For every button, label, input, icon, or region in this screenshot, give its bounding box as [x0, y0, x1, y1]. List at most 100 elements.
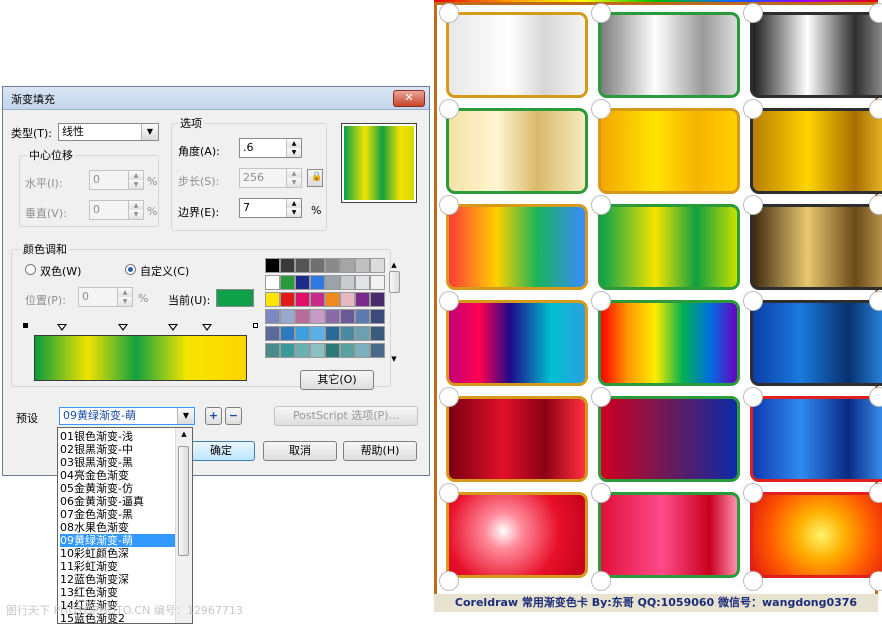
palette-swatch[interactable]: [280, 343, 295, 358]
spin-up-icon[interactable]: ▲: [287, 169, 301, 178]
palette-scrollbar[interactable]: ▲ ▼: [387, 261, 401, 365]
preset-list-item[interactable]: 01银色渐变-浅: [60, 430, 176, 443]
spin-up-icon[interactable]: ▲: [287, 199, 301, 208]
palette-swatch[interactable]: [370, 292, 385, 307]
palette-swatch[interactable]: [310, 309, 325, 324]
palette-swatch[interactable]: [295, 326, 310, 341]
two-color-radio[interactable]: [25, 264, 36, 275]
angle-spinbox[interactable]: .6 ▲ ▼: [239, 138, 302, 158]
type-select[interactable]: 线性 ▼: [58, 123, 159, 141]
gradient-preview[interactable]: [341, 123, 417, 203]
preset-list-item[interactable]: 10彩虹颜色深: [60, 547, 176, 560]
color-stop-marker[interactable]: [118, 324, 128, 331]
palette-swatch[interactable]: [355, 275, 370, 290]
spin-down-icon[interactable]: ▼: [287, 148, 301, 157]
palette-swatch[interactable]: [310, 343, 325, 358]
spin-down-icon[interactable]: ▼: [287, 178, 301, 187]
scrollbar-thumb[interactable]: [178, 446, 189, 556]
preset-list-item[interactable]: 09黄绿渐变-萌: [60, 534, 176, 547]
palette-swatch[interactable]: [295, 258, 310, 273]
palette-swatch[interactable]: [340, 326, 355, 341]
palette-swatch[interactable]: [265, 343, 280, 358]
edge-spinbox[interactable]: 7 ▲ ▼: [239, 198, 302, 218]
scrollbar-thumb[interactable]: [388, 271, 400, 293]
horizontal-spinbox[interactable]: 0 ▲ ▼: [89, 170, 144, 190]
preset-list-item[interactable]: 12蓝色渐变深: [60, 573, 176, 586]
palette-swatch[interactable]: [310, 275, 325, 290]
preset-list-item[interactable]: 07金色渐变-黑: [60, 508, 176, 521]
palette-swatch[interactable]: [355, 343, 370, 358]
palette-swatch[interactable]: [370, 309, 385, 324]
palette-swatch[interactable]: [355, 309, 370, 324]
palette-swatch[interactable]: [265, 309, 280, 324]
custom-radio[interactable]: [125, 264, 136, 275]
preset-list-item[interactable]: 08水果色渐变: [60, 521, 176, 534]
palette-swatch[interactable]: [340, 258, 355, 273]
palette-swatch[interactable]: [280, 258, 295, 273]
palette-swatch[interactable]: [340, 343, 355, 358]
palette-swatch[interactable]: [280, 326, 295, 341]
preset-list-item[interactable]: 02银黑渐变-中: [60, 443, 176, 456]
scroll-down-icon[interactable]: ▼: [387, 355, 401, 363]
spin-up-icon[interactable]: ▲: [129, 201, 143, 210]
palette-swatch[interactable]: [325, 326, 340, 341]
palette-swatch[interactable]: [265, 258, 280, 273]
palette-swatch[interactable]: [280, 292, 295, 307]
position-spinbox[interactable]: 0 ▲ ▼: [78, 287, 133, 307]
current-color-swatch[interactable]: [216, 289, 254, 307]
preset-list-item[interactable]: 05金黄渐变-仿: [60, 482, 176, 495]
color-stop-marker[interactable]: [168, 324, 178, 331]
palette-swatch[interactable]: [310, 258, 325, 273]
other-button[interactable]: 其它(O): [300, 370, 374, 390]
preset-list-item[interactable]: 03银黑渐变-黑: [60, 456, 176, 469]
spin-down-icon[interactable]: ▼: [118, 297, 132, 306]
spin-up-icon[interactable]: ▲: [129, 171, 143, 180]
preset-list-item[interactable]: 04亮金色渐变: [60, 469, 176, 482]
palette-swatch[interactable]: [265, 326, 280, 341]
spin-down-icon[interactable]: ▼: [129, 180, 143, 189]
help-button[interactable]: 帮助(H): [343, 441, 417, 461]
cancel-button[interactable]: 取消: [263, 441, 337, 461]
color-stop-marker[interactable]: [57, 324, 67, 331]
palette-swatch[interactable]: [340, 309, 355, 324]
palette-swatch[interactable]: [370, 258, 385, 273]
remove-preset-button[interactable]: −: [225, 407, 242, 425]
preset-list-item[interactable]: 13红色渐变: [60, 586, 176, 599]
palette-swatch[interactable]: [295, 309, 310, 324]
ok-button[interactable]: 确定: [187, 441, 255, 461]
palette-swatch[interactable]: [370, 326, 385, 341]
spin-up-icon[interactable]: ▲: [118, 288, 132, 297]
palette-swatch[interactable]: [355, 258, 370, 273]
palette-swatch[interactable]: [370, 343, 385, 358]
palette-swatch[interactable]: [340, 275, 355, 290]
spin-down-icon[interactable]: ▼: [129, 210, 143, 219]
start-node-marker[interactable]: [23, 323, 28, 328]
palette-swatch[interactable]: [370, 275, 385, 290]
postscript-options-button[interactable]: PostScript 选项(P)...: [274, 406, 418, 426]
palette-swatch[interactable]: [325, 343, 340, 358]
preset-list-item[interactable]: 11彩虹渐变: [60, 560, 176, 573]
scroll-up-icon[interactable]: ▲: [387, 261, 401, 269]
palette-swatch[interactable]: [325, 275, 340, 290]
close-button[interactable]: ✕: [393, 90, 425, 107]
color-blend-bar[interactable]: [34, 335, 247, 381]
steps-spinbox[interactable]: 256 ▲ ▼: [239, 168, 302, 188]
scroll-up-icon[interactable]: ▲: [176, 430, 192, 438]
palette-swatch[interactable]: [310, 326, 325, 341]
color-stop-marker[interactable]: [202, 324, 212, 331]
palette-swatch[interactable]: [355, 292, 370, 307]
palette-swatch[interactable]: [280, 309, 295, 324]
steps-lock-button[interactable]: 🔒: [307, 169, 323, 187]
add-preset-button[interactable]: +: [205, 407, 222, 425]
palette-swatch[interactable]: [355, 326, 370, 341]
palette-swatch[interactable]: [325, 309, 340, 324]
spin-down-icon[interactable]: ▼: [287, 208, 301, 217]
end-node-marker[interactable]: [253, 323, 258, 328]
palette-swatch[interactable]: [265, 275, 280, 290]
vertical-spinbox[interactable]: 0 ▲ ▼: [89, 200, 144, 220]
preset-list-item[interactable]: 06金黄渐变-逼真: [60, 495, 176, 508]
palette-swatch[interactable]: [295, 343, 310, 358]
palette-swatch[interactable]: [340, 292, 355, 307]
palette-swatch[interactable]: [310, 292, 325, 307]
spin-up-icon[interactable]: ▲: [287, 139, 301, 148]
